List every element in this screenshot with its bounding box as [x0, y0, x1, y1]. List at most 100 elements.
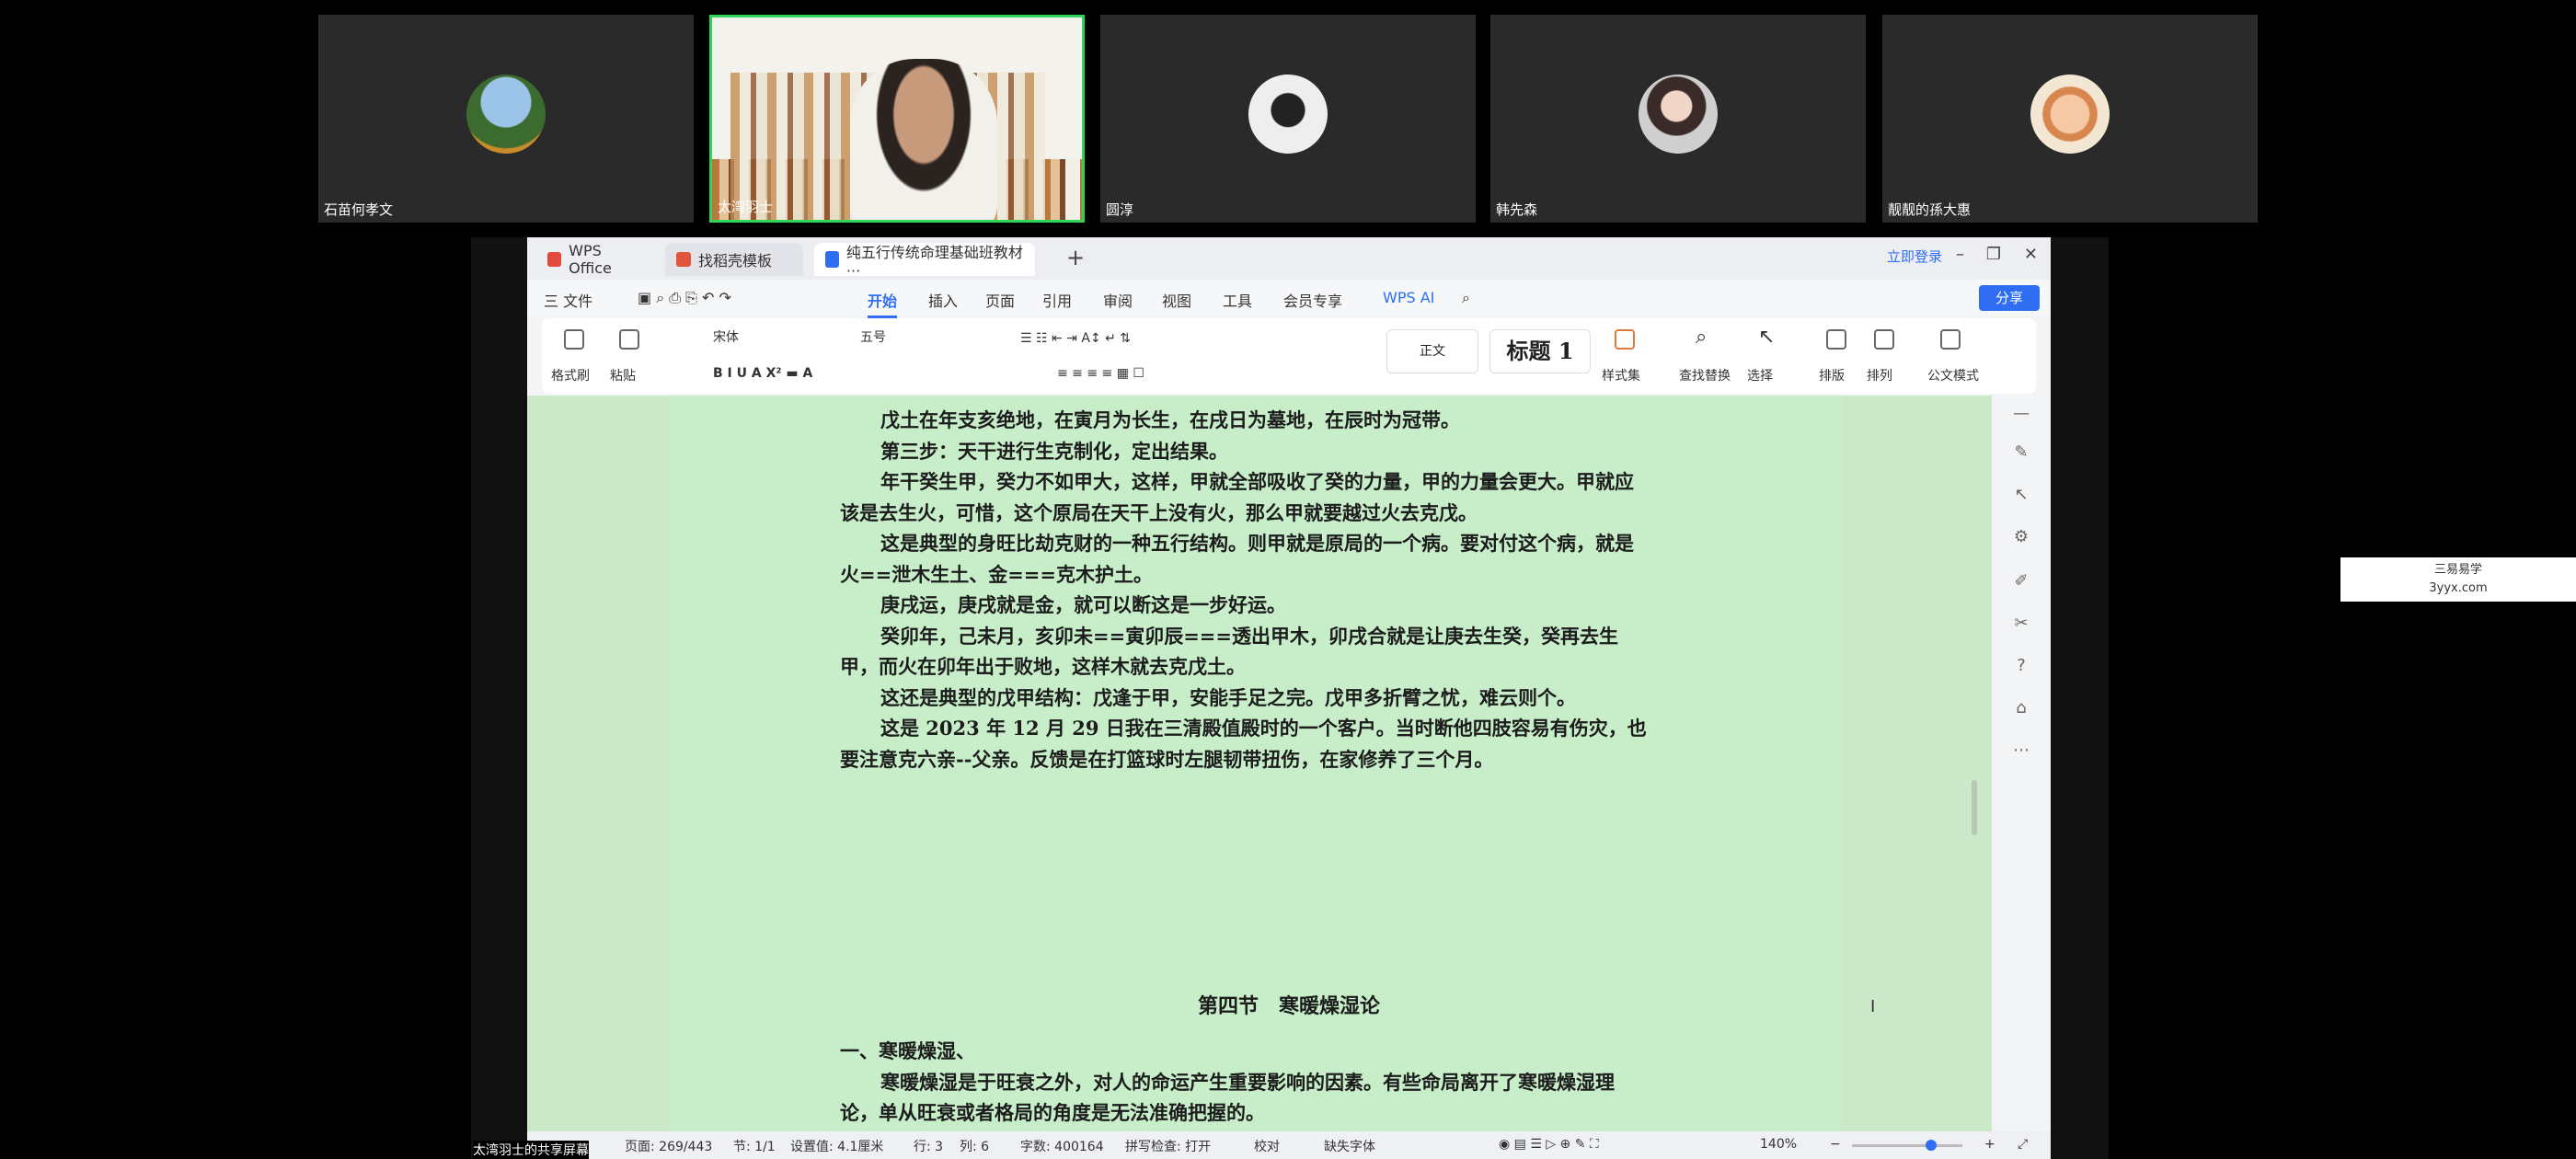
title-bar: WPS Office 找稻壳模板 纯五行传统命理基础班教材··· + 立即登录 …: [527, 237, 2051, 280]
tab-start[interactable]: 开始: [868, 289, 898, 318]
participant-tile[interactable]: 圆淳: [1100, 15, 1476, 223]
sliders-icon[interactable]: ⚙: [2012, 528, 2030, 546]
find-replace-icon[interactable]: ⌕: [1696, 326, 1707, 349]
tab-tools[interactable]: 工具: [1223, 289, 1252, 311]
edit-icon[interactable]: ✐: [2012, 572, 2030, 591]
style-set-icon[interactable]: [1615, 329, 1635, 350]
arrange-icon[interactable]: [1874, 329, 1894, 350]
section-body[interactable]: 一、寒暖燥湿、 寒暖燥湿是于旺衰之外，对人的命运产生重要影响的因素。有些命局离开…: [840, 1036, 1650, 1129]
paragraph: 戊土在年支亥绝地，在寅月为长生，在戌日为墓地，在辰时为冠带。: [880, 408, 1460, 431]
tab-label: WPS Office: [569, 242, 612, 277]
search-icon[interactable]: ⌕: [1462, 289, 1470, 307]
alignment-icons[interactable]: ≡ ≡ ≡ ≡ ▦ ☐: [1057, 366, 1144, 381]
paragraph: 寒暖燥湿是于旺衰之外，对人的命运产生重要影响的因素。有些命局离开了寒暖燥湿理论，…: [840, 1070, 1615, 1125]
tab-label: 纯五行传统命理基础班教材···: [845, 243, 1023, 280]
view-mode-icons[interactable]: ◉ ▤ ☰ ▷ ⊕ ✎ ⛶: [1499, 1137, 1599, 1152]
participant-name: 太湾羽士: [718, 199, 774, 215]
layout-icon[interactable]: [1826, 329, 1846, 350]
avatar: [466, 75, 546, 154]
status-row: 行: 3: [914, 1140, 944, 1154]
tab-member[interactable]: 会员专享: [1283, 289, 1342, 311]
subheading: 一、寒暖燥湿、: [840, 1039, 975, 1062]
style-set-label[interactable]: 样式集: [1602, 366, 1640, 384]
bookmark-icon[interactable]: ⌂: [2012, 699, 2030, 717]
paste-icon[interactable]: [619, 329, 639, 350]
format-painter-label[interactable]: 格式刷: [551, 366, 590, 384]
minimize-icon[interactable]: –: [1956, 245, 1964, 264]
zoom-out-icon[interactable]: −: [1830, 1137, 1841, 1152]
collapse-icon[interactable]: —: [2012, 405, 2030, 423]
official-doc-label[interactable]: 公文模式: [1927, 366, 1979, 384]
paragraph: 这是 2023 年 12 月 29 日我在三清殿值殿时的一个客户。当时断他四肢容…: [840, 717, 1647, 771]
paragraph: 这还是典型的戊甲结构：戊逢于甲，安能手足之完。戊甲多折臂之忧，难云则个。: [880, 685, 1576, 709]
paragraph: 年干癸生甲，癸力不如甲大，这样，甲就全部吸收了癸的力量，甲的力量会更大。甲就应该…: [840, 470, 1634, 524]
select-icon[interactable]: ↖: [1758, 326, 1775, 349]
tab-wps-office[interactable]: WPS Office: [536, 242, 656, 277]
arrange-label[interactable]: 排列: [1867, 366, 1892, 384]
fullscreen-icon[interactable]: ⤢: [2018, 1137, 2028, 1152]
avatar: [1248, 75, 1328, 154]
avatar: [2030, 75, 2110, 154]
participant-name: 韩先森: [1496, 201, 1538, 218]
zoom-knob[interactable]: [1926, 1140, 1937, 1151]
tab-review[interactable]: 审阅: [1103, 289, 1133, 311]
paragraph: 癸卯年，己未月，亥卯未==寅卯辰===透出甲木，卯戌合就是让庚去生癸，癸再去生甲…: [840, 624, 1618, 679]
scroll-thumb[interactable]: [1972, 780, 1977, 835]
tab-view[interactable]: 视图: [1162, 289, 1191, 311]
share-button[interactable]: 分享: [1979, 285, 2040, 311]
watermark: 三易易学 3yyx.com: [2340, 557, 2576, 602]
font-family-select[interactable]: 宋体: [713, 327, 851, 351]
find-replace-label[interactable]: 查找替换: [1679, 366, 1731, 384]
watermark-line: 三易易学: [2433, 563, 2482, 577]
paragraph: 第三步：天干进行生克制化，定出结果。: [880, 439, 1228, 463]
participant-tile-active-speaker[interactable]: 太湾羽士: [709, 15, 1085, 223]
status-col: 列: 6: [960, 1140, 990, 1154]
zoom-slider[interactable]: [1852, 1140, 1962, 1151]
file-menu[interactable]: 三 文件: [544, 289, 592, 311]
format-painter-icon[interactable]: [564, 329, 584, 350]
restore-icon[interactable]: ❐: [1986, 245, 2001, 264]
status-setting: 设置值: 4.1厘米: [790, 1140, 884, 1154]
tab-insert[interactable]: 插入: [928, 289, 958, 311]
status-page[interactable]: 页面: 269/443: [625, 1137, 712, 1155]
style-normal[interactable]: 正文: [1386, 329, 1478, 373]
close-icon[interactable]: ✕: [2024, 245, 2038, 264]
login-link[interactable]: 立即登录: [1887, 247, 1942, 266]
tab-templates[interactable]: 找稻壳模板: [665, 243, 803, 276]
quick-access-icons[interactable]: ▣ ⌕ ⎙ ⎘ ↶ ↷: [638, 289, 731, 307]
spell-check[interactable]: 拼写检查: 打开: [1125, 1137, 1211, 1155]
font-size-select[interactable]: 五号: [860, 327, 919, 351]
vertical-scrollbar[interactable]: [1970, 403, 1979, 1130]
missing-font[interactable]: 缺失字体: [1324, 1137, 1375, 1155]
list-icons[interactable]: ☰ ☷ ⇤ ⇥ A↕ ↵ ⇅: [1020, 331, 1131, 346]
participant-tile[interactable]: 石苗何孝文: [318, 15, 694, 223]
layout-label[interactable]: 排版: [1819, 366, 1845, 384]
help-icon[interactable]: ?: [2012, 657, 2030, 675]
tools-icon[interactable]: ✂: [2012, 614, 2030, 633]
status-words[interactable]: 字数: 400164: [1020, 1137, 1104, 1155]
tab-reference[interactable]: 引用: [1042, 289, 1072, 311]
watermark-line: 3yyx.com: [2429, 581, 2488, 595]
presenter-label: 太湾羽士的共享屏幕: [473, 1141, 589, 1159]
menu-bar: 三 文件 ▣ ⌕ ⎙ ⎘ ↶ ↷ 开始 插入 页面 引用 审阅 视图 工具 会员…: [527, 280, 2051, 318]
more-icon[interactable]: ⋯: [2012, 741, 2030, 760]
zoom-level[interactable]: 140%: [1760, 1137, 1797, 1152]
paragraph: 这是典型的身旺比劫克财的一种五行结构。则甲就是原局的一个病。要对付这个病，就是火…: [840, 532, 1634, 586]
pointer-icon[interactable]: ↖: [2012, 486, 2030, 504]
status-section: 节: 1/1: [733, 1140, 776, 1154]
participant-tile[interactable]: 韩先森: [1490, 15, 1866, 223]
select-label[interactable]: 选择: [1747, 366, 1773, 384]
text-format-icons[interactable]: B I U A X² ▬ A: [713, 366, 812, 381]
paste-label[interactable]: 粘贴: [610, 366, 636, 384]
proofread[interactable]: 校对: [1254, 1137, 1280, 1155]
pen-icon[interactable]: ✎: [2012, 443, 2030, 462]
tab-document[interactable]: 纯五行传统命理基础班教材···: [814, 243, 1035, 280]
tab-page[interactable]: 页面: [985, 289, 1015, 311]
wps-ai-button[interactable]: WPS AI: [1383, 289, 1434, 306]
official-doc-icon[interactable]: [1940, 329, 1961, 350]
style-heading-1[interactable]: 标题 1: [1489, 329, 1591, 373]
participant-tile[interactable]: 靓靓的孫大惠: [1882, 15, 2258, 223]
new-tab-icon[interactable]: +: [1066, 245, 1085, 270]
zoom-in-icon[interactable]: +: [1984, 1137, 1995, 1152]
document-body[interactable]: 戊土在年支亥绝地，在寅月为长生，在戌日为墓地，在辰时为冠带。 第三步：天干进行生…: [840, 405, 1650, 775]
